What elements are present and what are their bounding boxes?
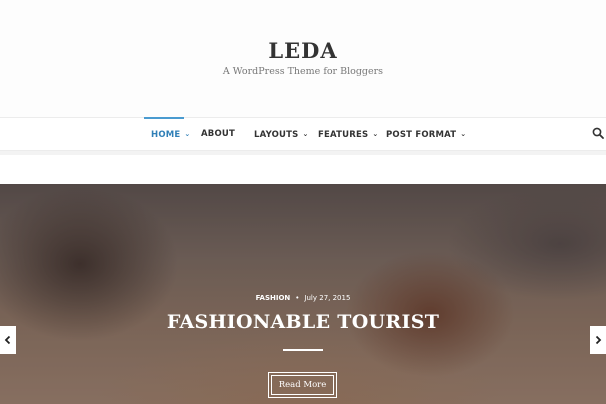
read-more-label: Read More — [271, 375, 334, 395]
slide-title[interactable]: FASHIONABLE TOURIST — [0, 311, 606, 333]
nav-item-label: LAYOUTS — [254, 130, 299, 140]
main-navigation: HOME ⌄ ABOUT LAYOUTS ⌄ FEATURES ⌄ POST FORM… — [0, 117, 606, 151]
slide-category[interactable]: FASHION — [256, 294, 291, 302]
slide-meta: FASHION • July 27, 2015 — [0, 294, 606, 302]
chevron-down-icon: ⌄ — [184, 130, 191, 138]
nav-item-post-format[interactable]: POST FORMAT ⌄ — [386, 118, 466, 151]
nav-item-about[interactable]: ABOUT — [201, 118, 235, 151]
chevron-down-icon: ⌄ — [302, 130, 309, 138]
nav-item-label: FEATURES — [318, 130, 369, 140]
slider-next-button[interactable] — [590, 326, 606, 354]
site-tagline: A WordPress Theme for Bloggers — [222, 66, 384, 77]
chevron-down-icon: ⌄ — [372, 130, 379, 138]
nav-item-label: HOME — [151, 130, 181, 140]
chevron-left-icon — [4, 335, 11, 345]
chevron-right-icon — [595, 335, 602, 345]
nav-item-label: POST FORMAT — [386, 130, 457, 140]
meta-separator: • — [295, 294, 300, 302]
nav-item-layouts[interactable]: LAYOUTS ⌄ — [254, 118, 309, 151]
slider-prev-button[interactable] — [0, 326, 16, 354]
read-more-button[interactable]: Read More — [268, 372, 337, 398]
nav-divider — [0, 151, 606, 155]
nav-item-home[interactable]: HOME ⌄ — [143, 117, 191, 151]
slide-date: July 27, 2015 — [304, 294, 351, 302]
site-header: LEDA A WordPress Theme for Bloggers — [0, 0, 606, 117]
nav-item-features[interactable]: FEATURES ⌄ — [318, 118, 378, 151]
nav-item-label: ABOUT — [201, 129, 235, 139]
chevron-down-icon: ⌄ — [460, 130, 467, 138]
search-icon[interactable] — [592, 126, 606, 140]
site-title[interactable]: LEDA — [0, 38, 606, 63]
title-divider — [283, 349, 323, 351]
featured-slider: FASHION • July 27, 2015 FASHIONABLE TOURIS… — [0, 184, 606, 404]
